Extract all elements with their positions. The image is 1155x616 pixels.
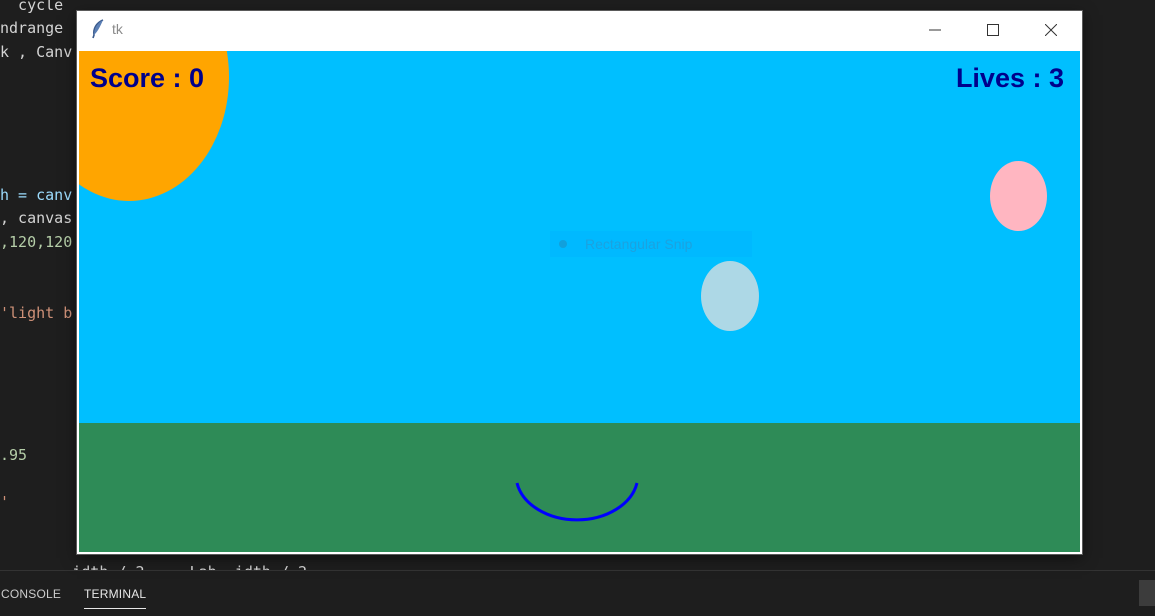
code-line: ' xyxy=(0,493,10,511)
minimize-icon xyxy=(929,29,941,31)
tk-window: tk Score : 0 Lives : 3 Rectangular Snip xyxy=(77,11,1082,554)
bottom-panel: CONSOLE TERMINAL xyxy=(0,570,1155,616)
code-line: h = canv xyxy=(0,186,73,204)
snip-overlay: Rectangular Snip xyxy=(550,231,752,257)
snip-label: Rectangular Snip xyxy=(585,236,693,252)
code-line: .95 xyxy=(0,446,28,464)
code-line: k , Canv xyxy=(0,43,73,61)
panel-edge-control[interactable] xyxy=(1139,580,1155,606)
code-line: cycle xyxy=(0,0,64,14)
score-label: Score : 0 xyxy=(90,63,205,93)
pink-ball xyxy=(990,161,1047,231)
title-bar[interactable]: tk xyxy=(77,11,1082,49)
tab-terminal[interactable]: TERMINAL xyxy=(84,587,147,609)
feather-icon xyxy=(92,19,104,39)
maximize-button[interactable] xyxy=(970,11,1016,49)
code-line: ,120,120 xyxy=(0,233,73,251)
code-line: , canvas xyxy=(0,209,73,227)
close-icon xyxy=(1045,24,1057,36)
maximize-icon xyxy=(987,24,999,36)
snip-icon xyxy=(559,240,567,248)
lives-label: Lives : 3 xyxy=(955,63,1064,93)
light-blue-ball xyxy=(701,261,759,331)
game-canvas[interactable]: Score : 0 Lives : 3 Rectangular Snip xyxy=(79,51,1080,552)
minimize-button[interactable] xyxy=(912,11,958,49)
close-button[interactable] xyxy=(1028,11,1074,49)
window-title: tk xyxy=(112,21,123,37)
code-line: ndrange xyxy=(0,19,64,37)
code-line: idth / 2 Lab idth / 2 xyxy=(0,563,307,570)
tab-console[interactable]: CONSOLE xyxy=(1,587,61,601)
code-line: 'light b xyxy=(0,304,73,322)
paddle xyxy=(515,482,639,522)
